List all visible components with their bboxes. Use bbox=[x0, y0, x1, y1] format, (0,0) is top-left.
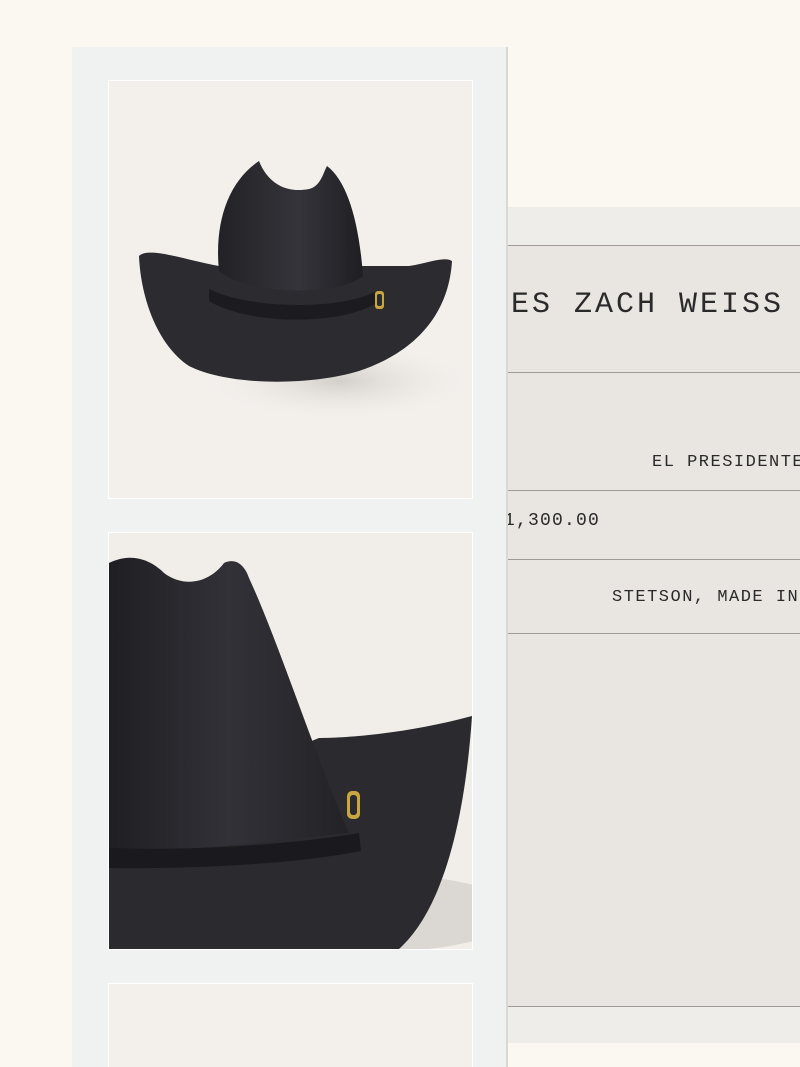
cowboy-hat-front-icon bbox=[139, 161, 472, 423]
cowboy-hat-closeup-icon bbox=[109, 533, 472, 949]
gallery-image-2[interactable] bbox=[108, 532, 473, 950]
product-name: EL PRESIDENTE bbox=[652, 453, 800, 472]
gallery-image-1[interactable] bbox=[108, 80, 473, 499]
product-price: $1,300.00 bbox=[492, 511, 601, 531]
product-brand: STETSON, MADE IN bbox=[612, 588, 800, 607]
product-image-gallery[interactable] bbox=[72, 47, 508, 1067]
gallery-image-3[interactable] bbox=[108, 983, 473, 1067]
product-title: CES ZACH WEISS bbox=[490, 288, 785, 322]
